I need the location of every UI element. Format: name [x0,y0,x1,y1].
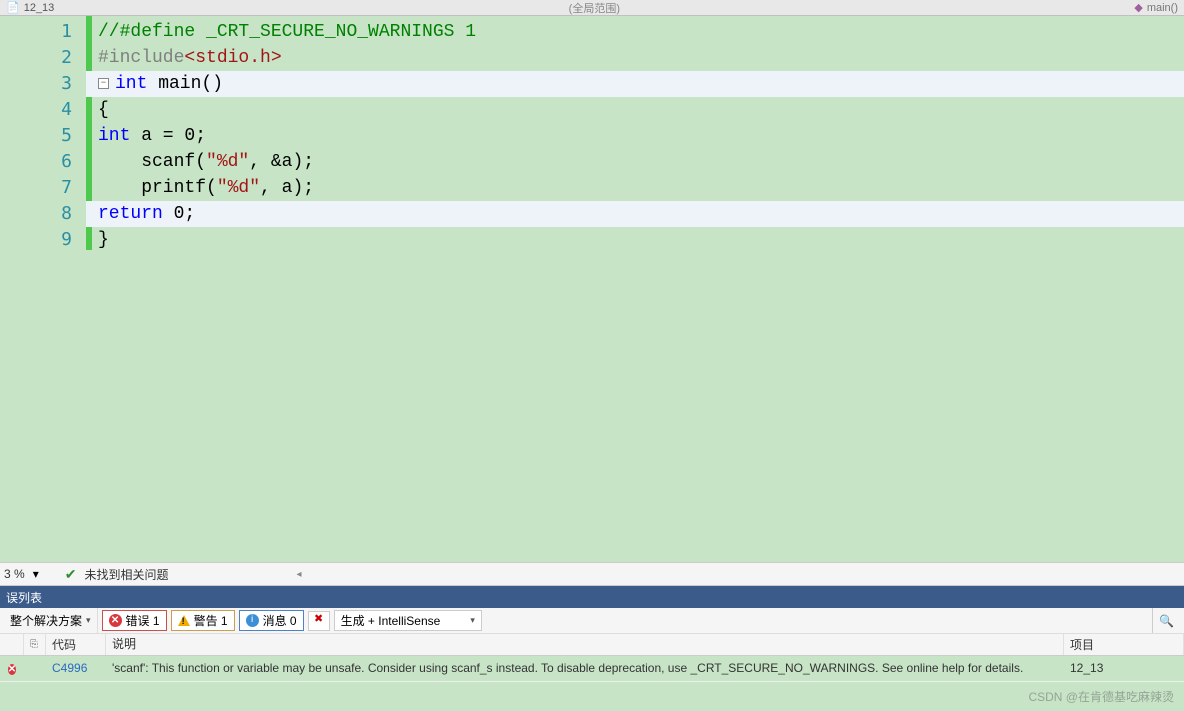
clear-icon: ✖ [314,613,323,625]
messages-count-label: 消息 0 [263,612,297,629]
chevron-down-icon: ▾ [470,615,475,626]
source-label: 生成 + IntelliSense [341,612,441,629]
collapse-toggle-icon[interactable]: − [98,78,109,89]
code-line[interactable]: scanf("%d", &a); [98,149,1184,175]
scope-dropdown[interactable]: 整个解决方案 ▾ [4,608,98,633]
file-icon: 📄 [6,1,20,14]
zoom-dropdown-icon[interactable]: ▾ [33,567,39,581]
source-dropdown[interactable]: 生成 + IntelliSense ▾ [334,610,482,631]
errors-count-label: 错误 1 [126,612,160,629]
error-project: 12_13 [1064,661,1184,675]
code-line[interactable]: −int main() [86,71,1184,97]
chevron-down-icon: ▾ [86,615,91,626]
issues-status-text: 未找到相关问题 [84,566,168,583]
error-icon: ✕ [109,614,122,627]
code-text: int [115,71,147,97]
code-text: "%d" [217,175,260,201]
member-nav-label: main() [1147,2,1178,14]
col-code[interactable]: 代码 [46,634,106,655]
code-surface[interactable]: //#define _CRT_SECURE_NO_WARNINGS 1 #inc… [86,16,1184,562]
error-list-toolbar: 整个解决方案 ▾ ✕ 错误 1 警告 1 i 消息 0 ✖ 生成 + Intel… [0,608,1184,634]
code-text: 0; [163,201,195,227]
code-editor[interactable]: 1 2 3 4 5 6 7 8 9 //#define _CRT_SECURE_… [0,16,1184,562]
editor-status-strip: 3 % ▾ ✔ 未找到相关问题 ◂ [0,562,1184,586]
warning-icon [178,615,190,626]
code-text: a = 0; [130,123,206,149]
code-text: scanf( [98,149,206,175]
code-text: //#define _CRT_SECURE_NO_WARNINGS 1 [98,19,476,45]
error-list-title: 误列表 [6,589,42,606]
col-header-label: 代码 [52,636,76,653]
line-number: 2 [0,45,72,71]
watermark: CSDN @在肯德基吃麻辣烫 [1028,688,1174,705]
error-code[interactable]: C4996 [46,661,106,675]
code-text: } [98,227,109,253]
col-description[interactable]: 说明 [106,634,1064,655]
code-text: { [98,97,109,123]
line-number: 3 [0,71,72,97]
zoom-level[interactable]: 3 % [4,567,25,581]
line-number-gutter: 1 2 3 4 5 6 7 8 9 [0,16,86,562]
code-text: "%d" [206,149,249,175]
col-pin[interactable]: ⎘ [24,634,46,655]
scope-label: 整个解决方案 [10,612,82,629]
check-ok-icon: ✔ [65,566,77,583]
line-number: 8 [0,201,72,227]
code-text: printf( [98,175,217,201]
collapse-arrow-icon[interactable]: ◂ [296,569,301,580]
error-icon: ✕ [8,664,16,675]
line-number: 7 [0,175,72,201]
line-number: 4 [0,97,72,123]
line-number: 5 [0,123,72,149]
file-tab[interactable]: 📄 12_13 [6,1,54,14]
col-header-label: 说明 [112,636,136,653]
info-icon: i [246,614,259,627]
code-text: <stdio.h> [184,45,281,71]
errors-filter-button[interactable]: ✕ 错误 1 [102,610,167,631]
method-icon: ◆ [1134,1,1142,14]
code-line[interactable]: //#define _CRT_SECURE_NO_WARNINGS 1 [98,19,1184,45]
code-line[interactable]: #include<stdio.h> [98,45,1184,71]
col-project[interactable]: 项目 [1064,634,1184,655]
error-list-table: ⎘ 代码 说明 项目 ✕ C4996 'scanf': This functio… [0,634,1184,682]
code-line[interactable]: } [98,227,1184,253]
member-nav[interactable]: ◆ main() [1134,1,1178,14]
error-row-icon: ✕ [0,661,24,676]
error-row[interactable]: ✕ C4996 'scanf': This function or variab… [0,656,1184,682]
code-line[interactable]: { [98,97,1184,123]
file-tab-label: 12_13 [24,2,55,14]
search-icon: 🔍 [1159,614,1174,628]
messages-filter-button[interactable]: i 消息 0 [239,610,304,631]
code-line[interactable]: return 0; [86,201,1184,227]
error-description: 'scanf': This function or variable may b… [106,660,1064,677]
line-number: 1 [0,19,72,45]
search-errors[interactable]: 🔍 [1152,608,1180,633]
col-header-label: 项目 [1070,636,1094,653]
code-line[interactable]: int a = 0; [98,123,1184,149]
col-icon[interactable] [0,634,24,655]
editor-navbar: 📄 12_13 (全局范围) ◆ main() [0,0,1184,16]
code-text: , &a); [249,149,314,175]
code-text: return [98,201,163,227]
error-list-titlebar[interactable]: 误列表 [0,586,1184,608]
code-text: main() [147,71,223,97]
error-list-header-row: ⎘ 代码 说明 项目 [0,634,1184,656]
code-text: , a); [260,175,314,201]
line-number: 9 [0,227,72,253]
code-line[interactable]: printf("%d", a); [98,175,1184,201]
clear-filter-button[interactable]: ✖ [308,611,330,631]
line-number: 6 [0,149,72,175]
code-text: #include [98,45,184,71]
warnings-filter-button[interactable]: 警告 1 [171,610,235,631]
warnings-count-label: 警告 1 [194,612,228,629]
scope-indicator[interactable]: (全局范围) [54,0,1134,16]
code-text: int [98,123,130,149]
